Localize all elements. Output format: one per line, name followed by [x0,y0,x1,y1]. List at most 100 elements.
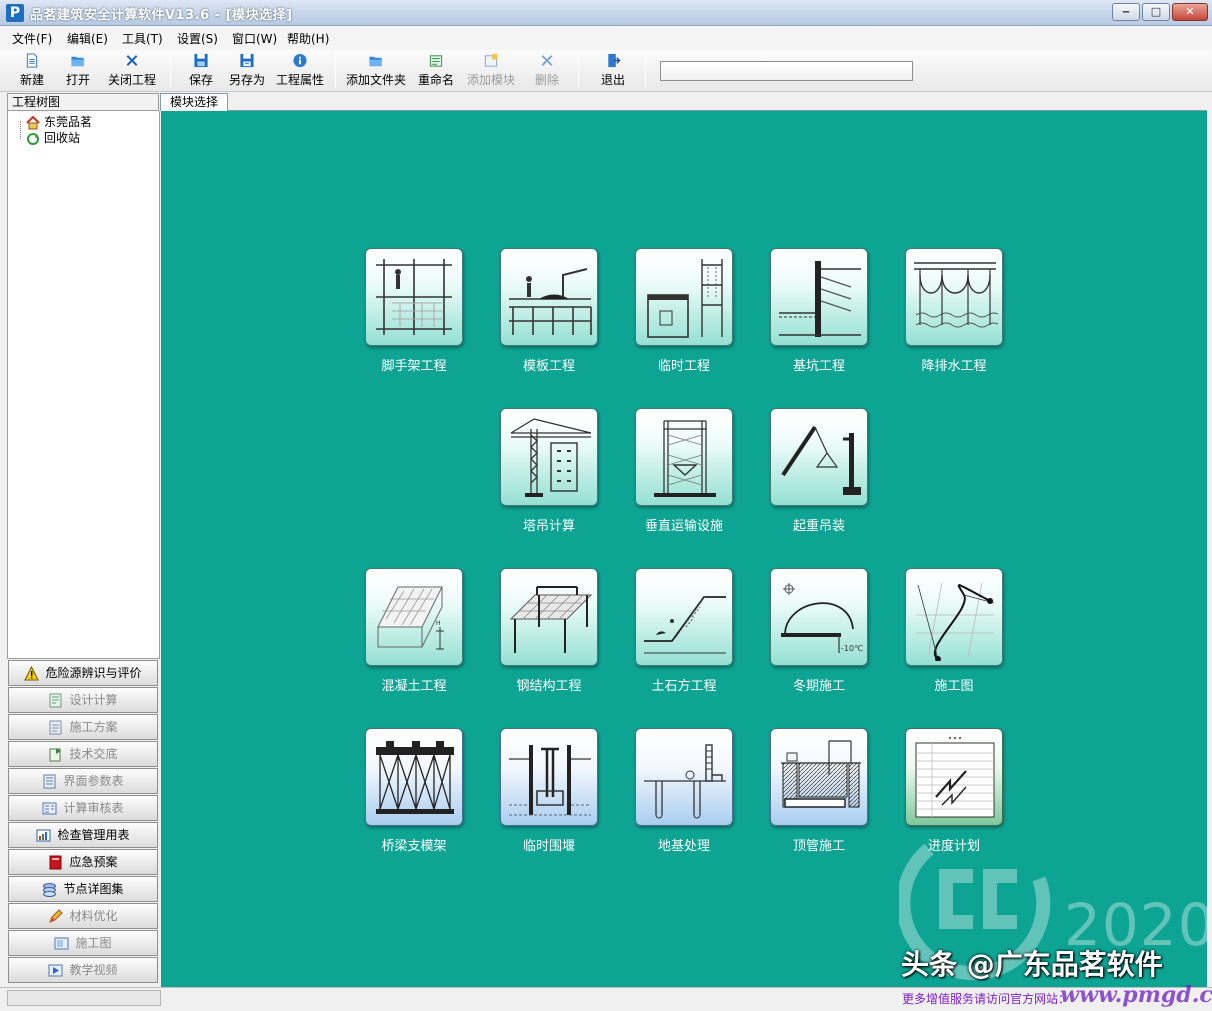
tree-node-project[interactable]: 东莞品茗 [26,114,92,130]
status-message: 更多增值服务请访问官方网站： [902,992,1071,1006]
toolbar-separator [170,54,171,88]
add-module-button[interactable]: 添加模块 [465,53,517,89]
module-selection-workspace: 脚手架工程 模板工程 临时工程 基坑工程 降排水工程 塔吊计算 垂直运输设施 起… [161,111,1207,987]
save-label: 保存 [188,73,213,87]
calc-icon [49,693,62,708]
module-label: 混凝土工程 [381,679,447,694]
save-as-button[interactable]: 另存为 [227,53,267,89]
maximize-button[interactable]: □ [1142,3,1170,21]
module-winter-construction[interactable]: -10℃ 冬期施工 [770,568,870,694]
save-disk-icon [194,53,208,68]
module-tower-crane[interactable]: 塔吊计算 [500,408,600,534]
close-window-button[interactable]: ✕ [1172,3,1208,21]
menu-settings[interactable]: 设置(S) [177,30,218,47]
menu-file[interactable]: 文件(F) [12,30,52,47]
module-cofferdam[interactable]: 临时围堰 [500,728,600,854]
module-earthwork[interactable]: 土石方工程 [635,568,735,694]
nav-emergency-plan[interactable]: 应急预案 [8,849,158,875]
exit-button[interactable]: 退出 [598,53,628,89]
nav-label: 施工方案 [69,720,118,734]
module-label: 模板工程 [522,359,575,374]
menu-edit[interactable]: 编辑(E) [67,30,108,47]
rename-label: 重命名 [417,73,454,87]
concrete-tile: H [365,568,463,666]
module-ground-treatment[interactable]: 地基处理 [635,728,735,854]
project-properties-label: 工程属性 [275,73,324,87]
module-label: 地基处理 [657,839,710,854]
nav-design-calculation[interactable]: 设计计算 [8,687,158,713]
formwork-icon [509,268,592,335]
scaffold-tile [365,248,463,346]
dewatering-icon [914,262,998,328]
save-button[interactable]: 保存 [186,53,216,89]
module-formwork[interactable]: 模板工程 [500,248,600,374]
module-construction-drawing[interactable]: 施工图 [905,568,1005,694]
pipe-jacking-tile [770,728,868,826]
module-concrete[interactable]: H 混凝土工程 [365,568,465,694]
module-foundation-pit[interactable]: 基坑工程 [770,248,870,374]
module-temporary-works[interactable]: 临时工程 [635,248,735,374]
nav-node-details[interactable]: 节点详图集 [8,876,158,902]
module-label: 土石方工程 [651,679,717,694]
module-pipe-jacking[interactable]: 顶管施工 [770,728,870,854]
nav-inspection-forms[interactable]: 检查管理用表 [8,822,158,848]
nav-construction-plan[interactable]: 施工方案 [8,714,158,740]
steel-structure-tile [500,568,598,666]
delete-button[interactable]: 删除 [533,53,561,89]
toolbar-separator [645,54,646,88]
project-properties-button[interactable]: 工程属性 [274,53,326,89]
module-steel-structure[interactable]: 钢结构工程 [500,568,600,694]
rename-button[interactable]: 重命名 [416,53,456,89]
menu-window[interactable]: 窗口(W) [232,30,277,47]
tree-node-recycle-bin[interactable]: 回收站 [26,130,80,146]
add-folder-icon [369,56,383,67]
website-link[interactable]: www.pmgd.cn [1060,982,1212,1008]
new-button[interactable]: 新建 [17,53,47,89]
search-input[interactable] [660,61,913,81]
module-label: 塔吊计算 [522,519,575,534]
nav-teaching-video[interactable]: 教学视频 [8,957,158,983]
steel-structure-icon [509,586,593,653]
nav-calculation-audit[interactable]: 计算审核表 [8,795,158,821]
module-scaffold[interactable]: 脚手架工程 [365,248,465,374]
menu-tools[interactable]: 工具(T) [122,30,163,47]
nav-label: 设计计算 [69,693,118,707]
add-folder-button[interactable]: 添加文件夹 [345,53,407,89]
svg-text:H: H [436,620,441,627]
open-label: 打开 [65,73,90,87]
nav-interface-parameters[interactable]: 界面参数表 [8,768,158,794]
new-file-icon [26,53,38,68]
module-lifting[interactable]: 起重吊装 [770,408,870,534]
nav-technical-briefing[interactable]: 技术交底 [8,741,158,767]
book-icon [49,855,62,870]
module-dewatering[interactable]: 降排水工程 [905,248,1005,374]
tower-crane-tile [500,408,598,506]
module-label: 临时围堰 [522,839,575,854]
app-logo-icon: P [6,4,24,22]
module-label: 顶管施工 [792,839,845,854]
hoist-tile [635,408,733,506]
earthwork-tile [635,568,733,666]
close-project-button[interactable]: 关闭工程 [106,53,158,89]
video-icon [48,964,63,977]
module-label: 基坑工程 [792,359,845,374]
nav-label: 技术交底 [69,747,118,761]
cofferdam-icon [509,745,591,816]
module-vertical-transport[interactable]: 垂直运输设施 [635,408,735,534]
recycle-icon [27,132,39,145]
nav-material-optimization[interactable]: 材料优化 [8,903,158,929]
construction-drawing-icon [916,582,995,661]
open-button[interactable]: 打开 [63,53,93,89]
module-label: 桥梁支模架 [381,839,447,854]
nav-hazard-identification[interactable]: 危险源辨识与评价 [8,660,158,686]
module-label: 起重吊装 [792,519,845,534]
nav-construction-drawing[interactable]: 施工图 [8,930,158,956]
delete-icon [541,55,553,66]
menu-help[interactable]: 帮助(H) [287,30,329,47]
tab-module-selection[interactable]: 模块选择 [160,93,228,111]
minimize-button[interactable]: ‒ [1112,3,1140,21]
close-project-label: 关闭工程 [107,73,156,87]
temporary-works-tile [635,248,733,346]
hoist-icon [654,420,716,497]
module-bridge-formwork[interactable]: 桥梁支模架 [365,728,465,854]
